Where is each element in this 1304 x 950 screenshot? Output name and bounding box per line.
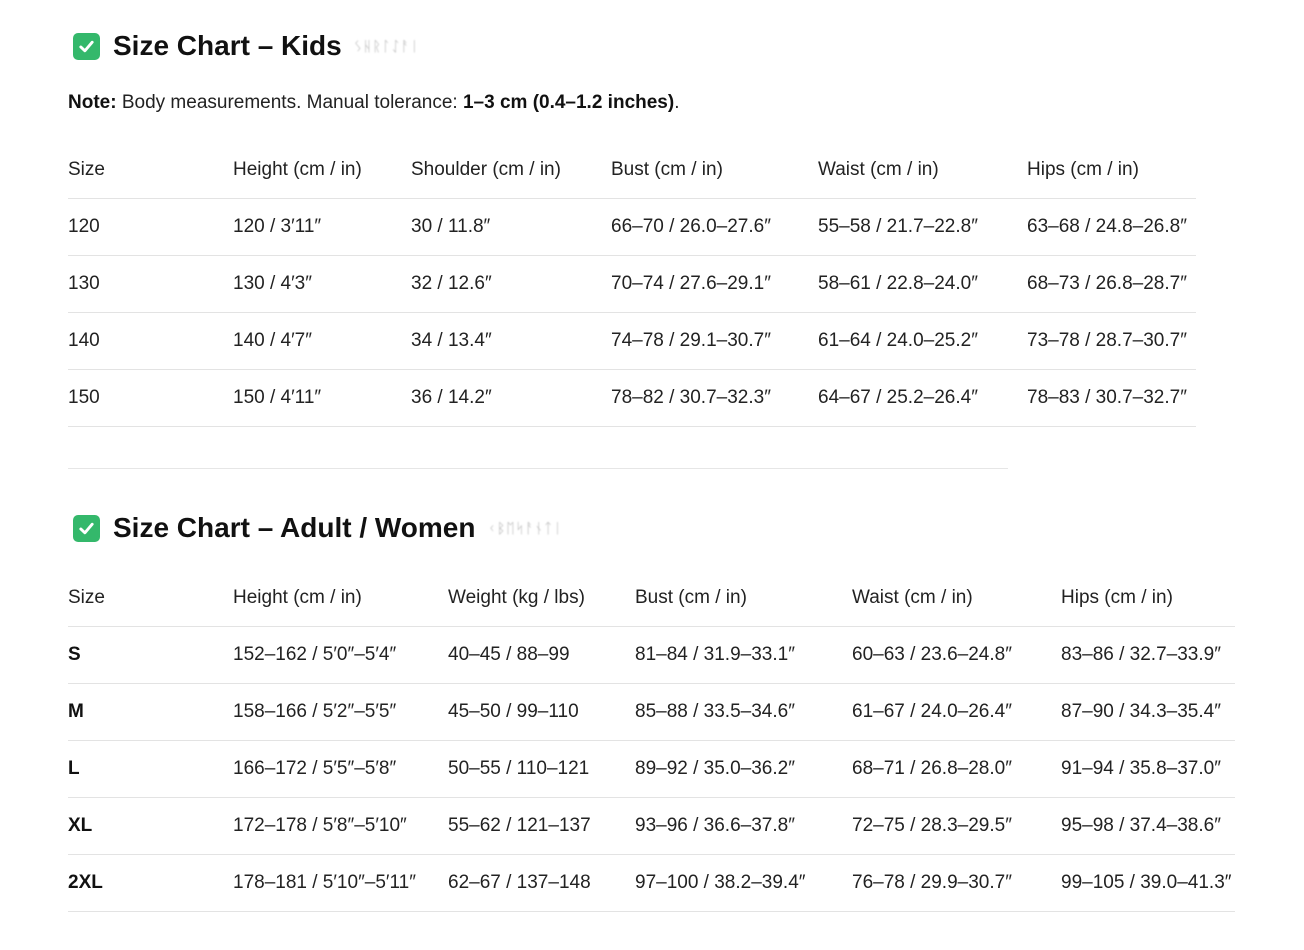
kids-cell-height: 130 / 4′3″	[233, 273, 312, 294]
kids-header-size: Size	[68, 159, 105, 180]
kids-cell-bust: 74–78 / 29.1–30.7″	[611, 330, 771, 351]
women-cell-height: 172–178 / 5′8″–5′10″	[233, 815, 407, 836]
kids-cell-bust: 78–82 / 30.7–32.3″	[611, 387, 771, 408]
women-cell-waist: 72–75 / 28.3–29.5″	[852, 815, 1012, 836]
women-cell-bust: 81–84 / 31.9–33.1″	[635, 644, 795, 665]
kids-note: Note: Body measurements. Manual toleranc…	[68, 92, 680, 114]
women-title-suffix: ᚲᛒᛖᛋᚨᚾᛏᛁ	[487, 520, 563, 536]
women-cell-hips: 91–94 / 35.8–37.0″	[1061, 758, 1221, 779]
women-cell-height: 152–162 / 5′0″–5′4″	[233, 644, 397, 665]
kids-header-bust: Bust (cm / in)	[611, 159, 723, 180]
women-cell-bust: 93–96 / 36.6–37.8″	[635, 815, 795, 836]
table-row: M 158–166 / 5′2″–5′5″ 45–50 / 99–110 85–…	[68, 684, 1235, 741]
kids-cell-hips: 73–78 / 28.7–30.7″	[1027, 330, 1187, 351]
table-row: XL 172–178 / 5′8″–5′10″ 55–62 / 121–137 …	[68, 798, 1235, 855]
kids-cell-shoulder: 34 / 13.4″	[411, 330, 492, 351]
women-section-heading: Size Chart – Adult / Women ᚲᛒᛖᛋᚨᚾᛏᛁ	[73, 512, 563, 544]
kids-cell-size: 150	[68, 387, 100, 408]
kids-title: Size Chart – Kids	[113, 30, 342, 61]
note-end: .	[674, 92, 680, 113]
women-cell-size: M	[68, 701, 84, 722]
kids-cell-hips: 78–83 / 30.7–32.7″	[1027, 387, 1187, 408]
kids-cell-hips: 68–73 / 26.8–28.7″	[1027, 273, 1187, 294]
women-cell-weight: 45–50 / 99–110	[448, 701, 579, 722]
kids-cell-size: 140	[68, 330, 100, 351]
women-header-waist: Waist (cm / in)	[852, 587, 973, 608]
women-cell-size: XL	[68, 815, 93, 836]
kids-header-height: Height (cm / in)	[233, 159, 362, 180]
women-header-bust: Bust (cm / in)	[635, 587, 747, 608]
women-title: Size Chart – Adult / Women	[113, 512, 476, 543]
kids-cell-shoulder: 36 / 14.2″	[411, 387, 492, 408]
women-cell-waist: 68–71 / 26.8–28.0″	[852, 758, 1012, 779]
women-cell-hips: 95–98 / 37.4–38.6″	[1061, 815, 1221, 836]
kids-cell-height: 150 / 4′11″	[233, 387, 322, 408]
women-cell-hips: 83–86 / 32.7–33.9″	[1061, 644, 1221, 665]
table-row: 140 140 / 4′7″ 34 / 13.4″ 74–78 / 29.1–3…	[68, 313, 1196, 370]
note-text: Body measurements. Manual tolerance:	[116, 92, 463, 113]
women-header-height: Height (cm / in)	[233, 587, 362, 608]
women-cell-bust: 89–92 / 35.0–36.2″	[635, 758, 795, 779]
kids-cell-size: 120	[68, 216, 100, 237]
women-cell-bust: 85–88 / 33.5–34.6″	[635, 701, 795, 722]
women-cell-height: 158–166 / 5′2″–5′5″	[233, 701, 397, 722]
kids-cell-height: 120 / 3′11″	[233, 216, 322, 237]
kids-table-header-row: Size Height (cm / in) Shoulder (cm / in)…	[68, 142, 1196, 199]
women-cell-weight: 50–55 / 110–121	[448, 758, 590, 779]
kids-cell-hips: 63–68 / 24.8–26.8″	[1027, 216, 1187, 237]
note-label: Note:	[68, 92, 117, 113]
section-divider	[68, 468, 1008, 469]
women-cell-weight: 62–67 / 137–148	[448, 872, 591, 893]
women-header-weight: Weight (kg / lbs)	[448, 587, 585, 608]
kids-cell-waist: 64–67 / 25.2–26.4″	[818, 387, 978, 408]
check-mark-icon	[73, 514, 100, 542]
table-row: L 166–172 / 5′5″–5′8″ 50–55 / 110–121 89…	[68, 741, 1235, 798]
women-cell-hips: 87–90 / 34.3–35.4″	[1061, 701, 1221, 722]
table-row: 150 150 / 4′11″ 36 / 14.2″ 78–82 / 30.7–…	[68, 370, 1196, 427]
women-cell-weight: 55–62 / 121–137	[448, 815, 591, 836]
kids-section-heading: Size Chart – Kids ᛊᚺᚱᛚᛇᚨᛁ	[73, 30, 420, 62]
women-header-size: Size	[68, 587, 105, 608]
women-cell-bust: 97–100 / 38.2–39.4″	[635, 872, 806, 893]
kids-title-suffix: ᛊᚺᚱᛚᛇᚨᛁ	[353, 38, 420, 54]
kids-cell-waist: 58–61 / 22.8–24.0″	[818, 273, 978, 294]
table-row: 120 120 / 3′11″ 30 / 11.8″ 66–70 / 26.0–…	[68, 199, 1196, 256]
table-row: S 152–162 / 5′0″–5′4″ 40–45 / 88–99 81–8…	[68, 627, 1235, 684]
note-tolerance-value: 1–3 cm (0.4–1.2 inches)	[462, 92, 675, 113]
women-cell-height: 166–172 / 5′5″–5′8″	[233, 758, 397, 779]
women-cell-waist: 76–78 / 29.9–30.7″	[852, 872, 1012, 893]
table-row: 2XL 178–181 / 5′10″–5′11″ 62–67 / 137–14…	[68, 855, 1235, 912]
kids-cell-waist: 61–64 / 24.0–25.2″	[818, 330, 978, 351]
women-header-hips: Hips (cm / in)	[1061, 587, 1173, 608]
women-cell-hips: 99–105 / 39.0–41.3″	[1061, 872, 1232, 893]
kids-cell-shoulder: 30 / 11.8″	[411, 216, 491, 237]
women-cell-height: 178–181 / 5′10″–5′11″	[233, 872, 416, 893]
women-cell-waist: 60–63 / 23.6–24.8″	[852, 644, 1012, 665]
women-cell-size: 2XL	[68, 872, 103, 893]
kids-cell-height: 140 / 4′7″	[233, 330, 312, 351]
women-table-header-row: Size Height (cm / in) Weight (kg / lbs) …	[68, 570, 1235, 627]
kids-cell-bust: 70–74 / 27.6–29.1″	[611, 273, 771, 294]
kids-cell-waist: 55–58 / 21.7–22.8″	[818, 216, 978, 237]
kids-header-shoulder: Shoulder (cm / in)	[411, 159, 561, 180]
table-row: 130 130 / 4′3″ 32 / 12.6″ 70–74 / 27.6–2…	[68, 256, 1196, 313]
kids-cell-shoulder: 32 / 12.6″	[411, 273, 492, 294]
women-cell-weight: 40–45 / 88–99	[448, 644, 570, 665]
women-cell-size: S	[68, 644, 81, 665]
kids-cell-size: 130	[68, 273, 100, 294]
kids-header-waist: Waist (cm / in)	[818, 159, 939, 180]
kids-cell-bust: 66–70 / 26.0–27.6″	[611, 216, 771, 237]
women-cell-waist: 61–67 / 24.0–26.4″	[852, 701, 1012, 722]
women-cell-size: L	[68, 758, 80, 779]
kids-header-hips: Hips (cm / in)	[1027, 159, 1139, 180]
check-mark-icon	[73, 32, 100, 60]
